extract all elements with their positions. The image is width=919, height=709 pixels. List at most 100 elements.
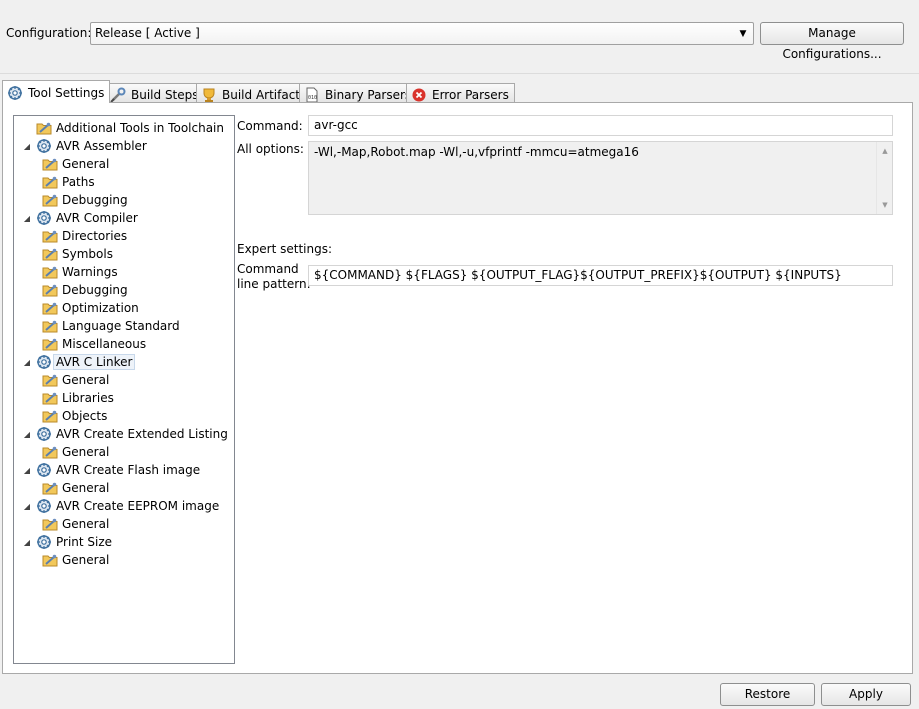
apply-button[interactable]: Apply bbox=[821, 683, 911, 706]
tree-item-label: General bbox=[62, 157, 110, 171]
tab-bar: Tool Settings Build Steps Build Artifact 01… bbox=[0, 80, 919, 103]
configuration-label: Configuration: bbox=[6, 26, 92, 40]
error-icon bbox=[411, 87, 427, 103]
gear-icon bbox=[36, 498, 52, 514]
folder-icon bbox=[42, 516, 58, 532]
tree-item-label: AVR Assembler bbox=[56, 139, 147, 153]
tree-item[interactable]: Objects bbox=[42, 407, 107, 425]
tree-item[interactable]: Symbols bbox=[42, 245, 113, 263]
folder-icon bbox=[42, 282, 58, 298]
folder-icon bbox=[42, 318, 58, 334]
tree-item[interactable]: General bbox=[42, 371, 109, 389]
tree-item[interactable]: Language Standard bbox=[42, 317, 180, 335]
command-line-pattern-input[interactable]: ${COMMAND} ${FLAGS} ${OUTPUT_FLAG}${OUTP… bbox=[308, 265, 893, 286]
folder-icon bbox=[42, 246, 58, 262]
tree-item[interactable]: Optimization bbox=[42, 299, 139, 317]
manage-configurations-button[interactable]: Manage Configurations... bbox=[760, 22, 904, 61]
tree-item[interactable]: Paths bbox=[42, 173, 95, 191]
tool-settings-panel: Additional Tools in Toolchain ◢ AVR Assemb… bbox=[2, 102, 913, 674]
tree-category[interactable]: ◢ AVR Create Flash image bbox=[22, 461, 200, 479]
configuration-select[interactable]: Release [ Active ] ▼ bbox=[90, 22, 754, 45]
scroll-up-icon[interactable]: ▲ bbox=[877, 144, 893, 158]
tab-label: Tool Settings bbox=[28, 86, 105, 100]
tree-item-label: Directories bbox=[62, 229, 128, 243]
tree-item-label: Warnings bbox=[62, 265, 118, 279]
tree-category[interactable]: ◢ Print Size bbox=[22, 533, 112, 551]
all-options-scrollbar[interactable]: ▲ ▼ bbox=[876, 142, 892, 214]
tree-item-label: AVR Create Flash image bbox=[56, 463, 201, 477]
tree-item-label: Objects bbox=[62, 409, 108, 423]
all-options-textarea[interactable]: -Wl,-Map,Robot.map -Wl,-u,vfprintf -mmcu… bbox=[308, 141, 893, 215]
expand-triangle-icon[interactable]: ◢ bbox=[22, 538, 32, 547]
tree-item[interactable]: General bbox=[42, 155, 109, 173]
folder-icon bbox=[42, 552, 58, 568]
tree-item[interactable]: Libraries bbox=[42, 389, 114, 407]
tree-category[interactable]: ◢ AVR Create Extended Listing bbox=[22, 425, 228, 443]
expand-triangle-icon[interactable]: ◢ bbox=[22, 466, 32, 475]
tree-item[interactable]: General bbox=[42, 479, 109, 497]
folder-icon bbox=[42, 300, 58, 316]
configuration-selected-value: Release [ Active ] bbox=[95, 26, 200, 40]
tree-category[interactable]: ◢ AVR Create EEPROM image bbox=[22, 497, 219, 515]
tree-item[interactable]: General bbox=[42, 551, 109, 569]
tree-category[interactable]: ◢ AVR C Linker bbox=[22, 353, 136, 371]
tree-item-label: General bbox=[62, 445, 110, 459]
tab-label: Binary Parsers bbox=[325, 87, 412, 102]
expand-triangle-icon[interactable]: ◢ bbox=[22, 430, 32, 439]
tree-item[interactable]: General bbox=[42, 443, 109, 461]
all-options-label: All options: bbox=[237, 142, 304, 156]
tab-build-steps[interactable]: Build Steps bbox=[105, 83, 205, 103]
expand-triangle-icon[interactable]: ◢ bbox=[22, 142, 32, 151]
tree-item-label: AVR C Linker bbox=[53, 354, 136, 370]
tree-item-label: Language Standard bbox=[62, 319, 180, 333]
tree-category[interactable]: ◢ AVR Compiler bbox=[22, 209, 138, 227]
tree-item[interactable]: Miscellaneous bbox=[42, 335, 146, 353]
tree-item-label: Miscellaneous bbox=[62, 337, 147, 351]
gear-icon bbox=[36, 462, 52, 478]
tree-category[interactable]: Additional Tools in Toolchain bbox=[22, 119, 224, 137]
tab-label: Build Steps bbox=[131, 87, 199, 102]
expand-triangle-icon[interactable]: ◢ bbox=[22, 358, 32, 367]
folder-icon bbox=[42, 480, 58, 496]
command-line-pattern-label-line2: line pattern: bbox=[237, 277, 311, 291]
tree-item[interactable]: Warnings bbox=[42, 263, 118, 281]
folder-icon bbox=[42, 192, 58, 208]
restore-defaults-button[interactable]: Restore Defaults bbox=[720, 683, 815, 709]
folder-icon bbox=[42, 372, 58, 388]
tree-item[interactable]: Debugging bbox=[42, 191, 128, 209]
tree-item-label: General bbox=[62, 553, 110, 567]
dropdown-arrow-icon[interactable]: ▼ bbox=[737, 27, 749, 41]
scroll-down-icon[interactable]: ▼ bbox=[877, 198, 893, 212]
gear-icon bbox=[7, 85, 23, 101]
tab-build-artifact[interactable]: Build Artifact bbox=[196, 83, 306, 103]
gear-icon bbox=[36, 534, 52, 550]
tree-item[interactable]: Directories bbox=[42, 227, 127, 245]
folder-icon bbox=[42, 228, 58, 244]
tree-item-label: Libraries bbox=[62, 391, 114, 405]
command-line-pattern-label-line1: Command bbox=[237, 262, 299, 276]
tree-item-label: General bbox=[62, 517, 110, 531]
tab-binary-parsers[interactable]: 010 Binary Parsers bbox=[299, 83, 418, 103]
tree-item-label: Additional Tools in Toolchain bbox=[56, 121, 224, 135]
tree-item-label: AVR Compiler bbox=[56, 211, 138, 225]
tree-item[interactable]: Debugging bbox=[42, 281, 128, 299]
tree-category[interactable]: ◢ AVR Assembler bbox=[22, 137, 147, 155]
tab-label: Build Artifact bbox=[222, 87, 300, 102]
tree-item-label: AVR Create EEPROM image bbox=[56, 499, 220, 513]
folder-icon bbox=[42, 390, 58, 406]
folder-icon bbox=[42, 264, 58, 280]
command-label: Command: bbox=[237, 119, 303, 133]
binary-icon: 010 bbox=[304, 87, 320, 103]
tool-tree[interactable]: Additional Tools in Toolchain ◢ AVR Assemb… bbox=[13, 115, 235, 664]
tab-error-parsers[interactable]: Error Parsers bbox=[406, 83, 515, 103]
tree-item-label: General bbox=[62, 481, 110, 495]
expand-triangle-icon[interactable]: ◢ bbox=[22, 502, 32, 511]
tree-item[interactable]: General bbox=[42, 515, 109, 533]
expand-triangle-icon[interactable]: ◢ bbox=[22, 214, 32, 223]
tab-tool-settings[interactable]: Tool Settings bbox=[2, 80, 111, 103]
expert-settings-label: Expert settings: bbox=[237, 242, 333, 256]
folder-icon bbox=[36, 120, 52, 136]
gear-icon bbox=[36, 138, 52, 154]
command-input[interactable]: avr-gcc bbox=[308, 115, 893, 136]
tree-item-label: Symbols bbox=[62, 247, 113, 261]
